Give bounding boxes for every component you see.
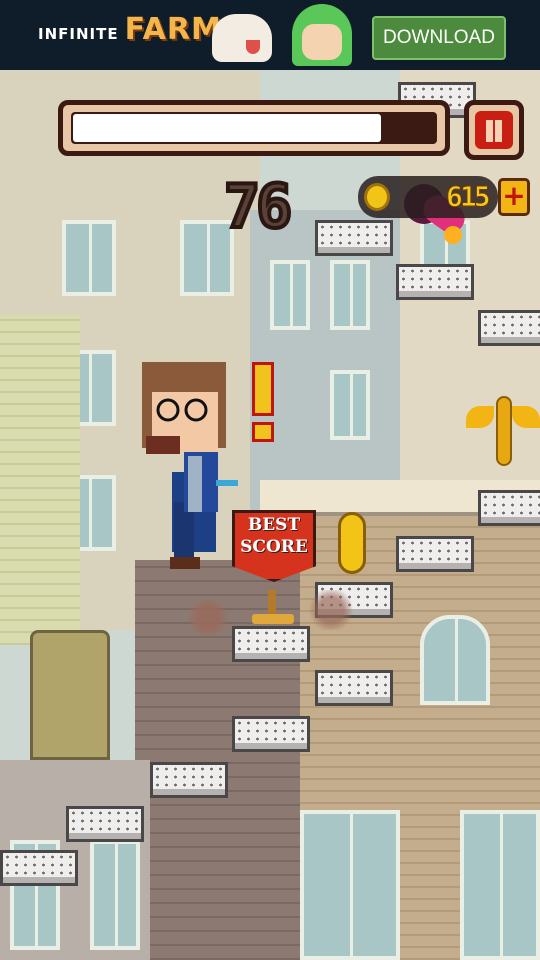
building-window	[460, 810, 540, 960]
building-window	[300, 810, 400, 960]
ad-title-big: FARM	[124, 12, 222, 47]
stair-block	[232, 716, 310, 752]
stair-block	[315, 220, 393, 256]
stair-block	[150, 762, 228, 798]
progress-bar	[58, 100, 450, 156]
ad-dog-mascot	[212, 14, 272, 62]
building-window	[62, 220, 116, 296]
stair-block	[0, 850, 78, 886]
stair-block	[396, 264, 474, 300]
stair-block	[396, 536, 474, 572]
water-tower	[30, 630, 110, 760]
ad-title-small: INFINITE	[38, 25, 119, 43]
stair-block	[232, 626, 310, 662]
coin-icon	[338, 512, 366, 574]
add-coins-button[interactable]: +	[498, 178, 530, 216]
best-score-line2: SCORE	[240, 537, 308, 557]
building-window	[420, 615, 490, 705]
coin-icon	[364, 183, 390, 211]
building-window	[90, 840, 140, 950]
exclamation-icon	[250, 362, 276, 442]
ad-dog-tongue	[246, 40, 260, 54]
dust-puff	[186, 598, 230, 638]
coin-balance: 615	[358, 176, 498, 218]
ad-title: INFINITE FARM	[38, 12, 222, 47]
coin-count: 615	[446, 180, 492, 214]
building-window	[270, 260, 310, 330]
pause-icon	[475, 111, 513, 149]
building-window	[330, 260, 370, 330]
background-building	[0, 315, 80, 645]
pause-button[interactable]	[464, 100, 524, 160]
building-window	[330, 370, 370, 440]
ad-girl-face	[302, 24, 342, 60]
stair-block	[66, 806, 144, 842]
score-counter: 76	[222, 170, 294, 244]
best-score-sign: BEST SCORE	[228, 506, 320, 598]
ad-download-button[interactable]: DOWNLOAD	[372, 16, 506, 60]
progress-fill	[73, 114, 381, 142]
best-score-text: BEST SCORE	[228, 514, 320, 558]
sign-base	[252, 614, 294, 624]
progress-track	[71, 112, 437, 144]
stair-block	[478, 310, 540, 346]
player-character	[142, 362, 238, 569]
ad-banner[interactable]: INFINITE FARM DOWNLOAD	[0, 0, 540, 70]
stair-block	[315, 670, 393, 706]
best-score-line1: BEST	[247, 515, 301, 535]
stair-block	[478, 490, 540, 526]
winged-coin-icon	[466, 392, 540, 470]
